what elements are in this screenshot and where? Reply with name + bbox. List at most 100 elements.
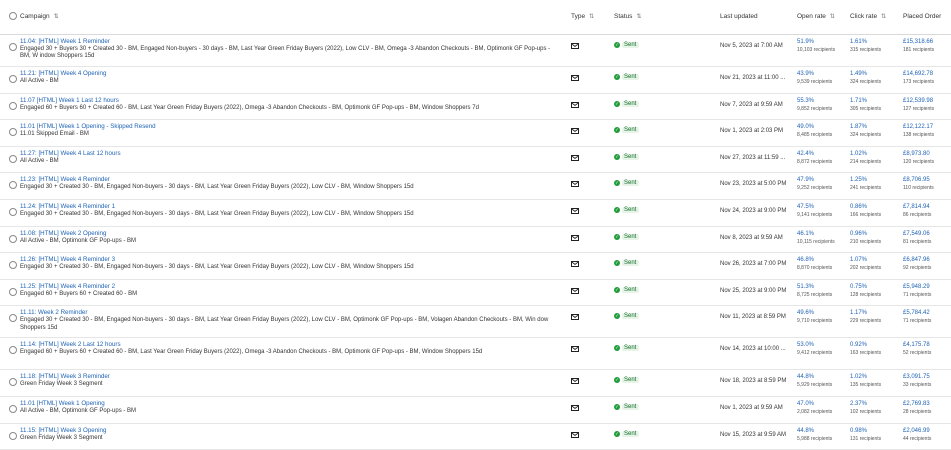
placed-order-value[interactable]: £7,814.94 bbox=[903, 204, 930, 210]
sort-icon[interactable]: ⇅ bbox=[589, 13, 594, 20]
campaign-title-link[interactable]: 11.24: [HTML] Week 4 Reminder 1 bbox=[20, 203, 115, 210]
row-checkbox[interactable] bbox=[9, 346, 17, 355]
campaign-title-link[interactable]: 11.11: Week 2 Reminder bbox=[20, 309, 87, 316]
col-status[interactable]: Status ⇅ bbox=[614, 13, 641, 20]
row-checkbox[interactable] bbox=[9, 101, 17, 110]
col-click-rate[interactable]: Click rate ⇅ bbox=[850, 13, 886, 20]
placed-order-value[interactable]: £12,122.17 bbox=[903, 124, 933, 130]
placed-order-value[interactable]: £3,091.75 bbox=[903, 374, 930, 380]
click-rate-value[interactable]: 0.98% bbox=[850, 428, 867, 434]
select-all-checkbox[interactable] bbox=[9, 12, 17, 20]
sort-icon[interactable]: ⇅ bbox=[636, 13, 641, 20]
campaign-title-link[interactable]: 11.07 [HTML] Week 1 Last 12 hours bbox=[20, 97, 119, 104]
placed-order-value[interactable]: £12,539.98 bbox=[903, 98, 933, 104]
placed-order-value[interactable]: £2,769.83 bbox=[903, 401, 930, 407]
open-rate-value[interactable]: 47.5% bbox=[797, 204, 814, 210]
click-rate-value[interactable]: 1.07% bbox=[850, 257, 867, 263]
campaign-title-link[interactable]: 11.04: [HTML] Week 1 Reminder bbox=[20, 38, 110, 45]
table-row[interactable]: 11.25: [HTML] Week 4 Reminder 2 Engaged 6… bbox=[0, 280, 951, 307]
open-rate-value[interactable]: 44.8% bbox=[797, 428, 814, 434]
table-row[interactable]: 11.24: [HTML] Week 4 Reminder 1 Engaged 3… bbox=[0, 200, 951, 227]
click-rate-value[interactable]: 2.37% bbox=[850, 401, 867, 407]
placed-order-value[interactable]: £5,948.29 bbox=[903, 284, 930, 290]
click-rate-value[interactable]: 0.96% bbox=[850, 231, 867, 237]
row-checkbox[interactable] bbox=[9, 154, 17, 163]
placed-order-value[interactable]: £8,706.95 bbox=[903, 177, 930, 183]
sort-icon[interactable]: ⇅ bbox=[54, 13, 59, 20]
row-checkbox[interactable] bbox=[9, 261, 17, 270]
open-rate-value[interactable]: 49.6% bbox=[797, 310, 814, 316]
click-rate-value[interactable]: 0.92% bbox=[850, 342, 867, 348]
row-checkbox[interactable] bbox=[9, 287, 17, 296]
placed-order-value[interactable]: £14,692.78 bbox=[903, 71, 933, 77]
placed-order-value[interactable]: £6,847.96 bbox=[903, 257, 930, 263]
campaign-title-link[interactable]: 11.23: [HTML] Week 4 Reminder bbox=[20, 176, 110, 183]
campaign-title-link[interactable]: 11.27: [HTML] Week 4 Last 12 hours bbox=[20, 150, 121, 157]
row-checkbox[interactable] bbox=[9, 207, 17, 216]
campaign-title-link[interactable]: 11.18: [HTML] Week 3 Reminder bbox=[20, 373, 110, 380]
open-rate-value[interactable]: 43.9% bbox=[797, 71, 814, 77]
row-checkbox[interactable] bbox=[9, 43, 17, 51]
placed-order-value[interactable]: £4,175.78 bbox=[903, 342, 930, 348]
row-checkbox[interactable] bbox=[9, 128, 17, 137]
open-rate-value[interactable]: 49.0% bbox=[797, 124, 814, 130]
table-row[interactable]: 11.01 [HTML] Week 1 Opening - Skipped Re… bbox=[0, 120, 951, 147]
click-rate-value[interactable]: 1.17% bbox=[850, 310, 867, 316]
click-rate-value[interactable]: 1.02% bbox=[850, 151, 867, 157]
click-rate-value[interactable]: 0.75% bbox=[850, 284, 867, 290]
col-open-rate[interactable]: Open rate ⇅ bbox=[797, 13, 835, 20]
table-row[interactable]: 11.27: [HTML] Week 4 Last 12 hours All Ac… bbox=[0, 147, 951, 174]
sort-icon[interactable]: ⇅ bbox=[881, 13, 886, 20]
row-checkbox[interactable] bbox=[9, 378, 17, 387]
placed-order-value[interactable]: £8,973.80 bbox=[903, 151, 930, 157]
click-rate-value[interactable]: 1.87% bbox=[850, 124, 867, 130]
campaign-title-link[interactable]: 11.01 [HTML] Week 1 Opening - Skipped Re… bbox=[20, 123, 156, 130]
open-rate-value[interactable]: 47.9% bbox=[797, 177, 814, 183]
campaign-title-link[interactable]: 11.08: [HTML] Week 2 Opening bbox=[20, 230, 106, 237]
open-rate-value[interactable]: 42.4% bbox=[797, 151, 814, 157]
open-rate-value[interactable]: 51.9% bbox=[797, 39, 814, 45]
row-checkbox[interactable] bbox=[9, 314, 17, 323]
table-row[interactable]: 11.26: [HTML] Week 4 Reminder 3 Engaged 3… bbox=[0, 253, 951, 280]
click-rate-value[interactable]: 1.61% bbox=[850, 39, 867, 45]
placed-order-value[interactable]: £2,046.99 bbox=[903, 428, 930, 434]
row-checkbox[interactable] bbox=[9, 234, 17, 243]
table-row[interactable]: 11.01 [HTML] Week 1 Opening All Active - … bbox=[0, 397, 951, 424]
click-rate-value[interactable]: 0.86% bbox=[850, 204, 867, 210]
row-checkbox[interactable] bbox=[9, 404, 17, 413]
col-last-updated[interactable]: Last updated bbox=[720, 13, 758, 20]
click-rate-value[interactable]: 1.25% bbox=[850, 177, 867, 183]
row-checkbox[interactable] bbox=[9, 75, 17, 83]
table-row[interactable]: 11.18: [HTML] Week 3 Reminder Green Frida… bbox=[0, 370, 951, 397]
campaign-title-link[interactable]: 11.26: [HTML] Week 4 Reminder 3 bbox=[20, 256, 115, 263]
open-rate-value[interactable]: 51.3% bbox=[797, 284, 814, 290]
campaign-title-link[interactable]: 11.01 [HTML] Week 1 Opening bbox=[20, 400, 105, 407]
placed-order-value[interactable]: £5,784.42 bbox=[903, 310, 930, 316]
table-row[interactable]: 11.21: [HTML] Week 4 Opening All Active -… bbox=[0, 67, 951, 94]
campaign-title-link[interactable]: 11.21: [HTML] Week 4 Opening bbox=[20, 70, 106, 77]
open-rate-value[interactable]: 46.8% bbox=[797, 257, 814, 263]
campaign-title-link[interactable]: 11.15: [HTML] Week 3 Opening bbox=[20, 427, 106, 434]
table-row[interactable]: 11.14: [HTML] Week 2 Last 12 hours Engage… bbox=[0, 338, 951, 371]
table-row[interactable]: 11.04: [HTML] Week 1 Reminder Engaged 30 … bbox=[0, 35, 951, 67]
row-checkbox[interactable] bbox=[9, 431, 17, 440]
col-placed-order[interactable]: Placed Order bbox=[903, 13, 941, 20]
open-rate-value[interactable]: 46.1% bbox=[797, 231, 814, 237]
row-checkbox[interactable] bbox=[9, 181, 17, 190]
open-rate-value[interactable]: 44.8% bbox=[797, 374, 814, 380]
campaign-title-link[interactable]: 11.14: [HTML] Week 2 Last 12 hours bbox=[20, 341, 121, 348]
table-row[interactable]: 11.08: [HTML] Week 2 Opening All Active -… bbox=[0, 227, 951, 254]
click-rate-value[interactable]: 1.71% bbox=[850, 98, 867, 104]
placed-order-value[interactable]: £7,549.06 bbox=[903, 231, 930, 237]
click-rate-value[interactable]: 1.02% bbox=[850, 374, 867, 380]
campaign-title-link[interactable]: 11.25: [HTML] Week 4 Reminder 2 bbox=[20, 283, 115, 290]
placed-order-value[interactable]: £15,318.66 bbox=[903, 39, 933, 45]
table-row[interactable]: 11.07 [HTML] Week 1 Last 12 hours Engaged… bbox=[0, 94, 951, 121]
table-row[interactable]: 11.23: [HTML] Week 4 Reminder Engaged 30 … bbox=[0, 173, 951, 200]
open-rate-value[interactable]: 53.0% bbox=[797, 342, 814, 348]
col-campaign[interactable]: Campaign ⇅ bbox=[20, 13, 59, 20]
open-rate-value[interactable]: 55.3% bbox=[797, 98, 814, 104]
sort-icon[interactable]: ⇅ bbox=[830, 13, 835, 20]
click-rate-value[interactable]: 1.49% bbox=[850, 71, 867, 77]
table-row[interactable]: 11.11: Week 2 Reminder Engaged 30 + Creat… bbox=[0, 306, 951, 339]
